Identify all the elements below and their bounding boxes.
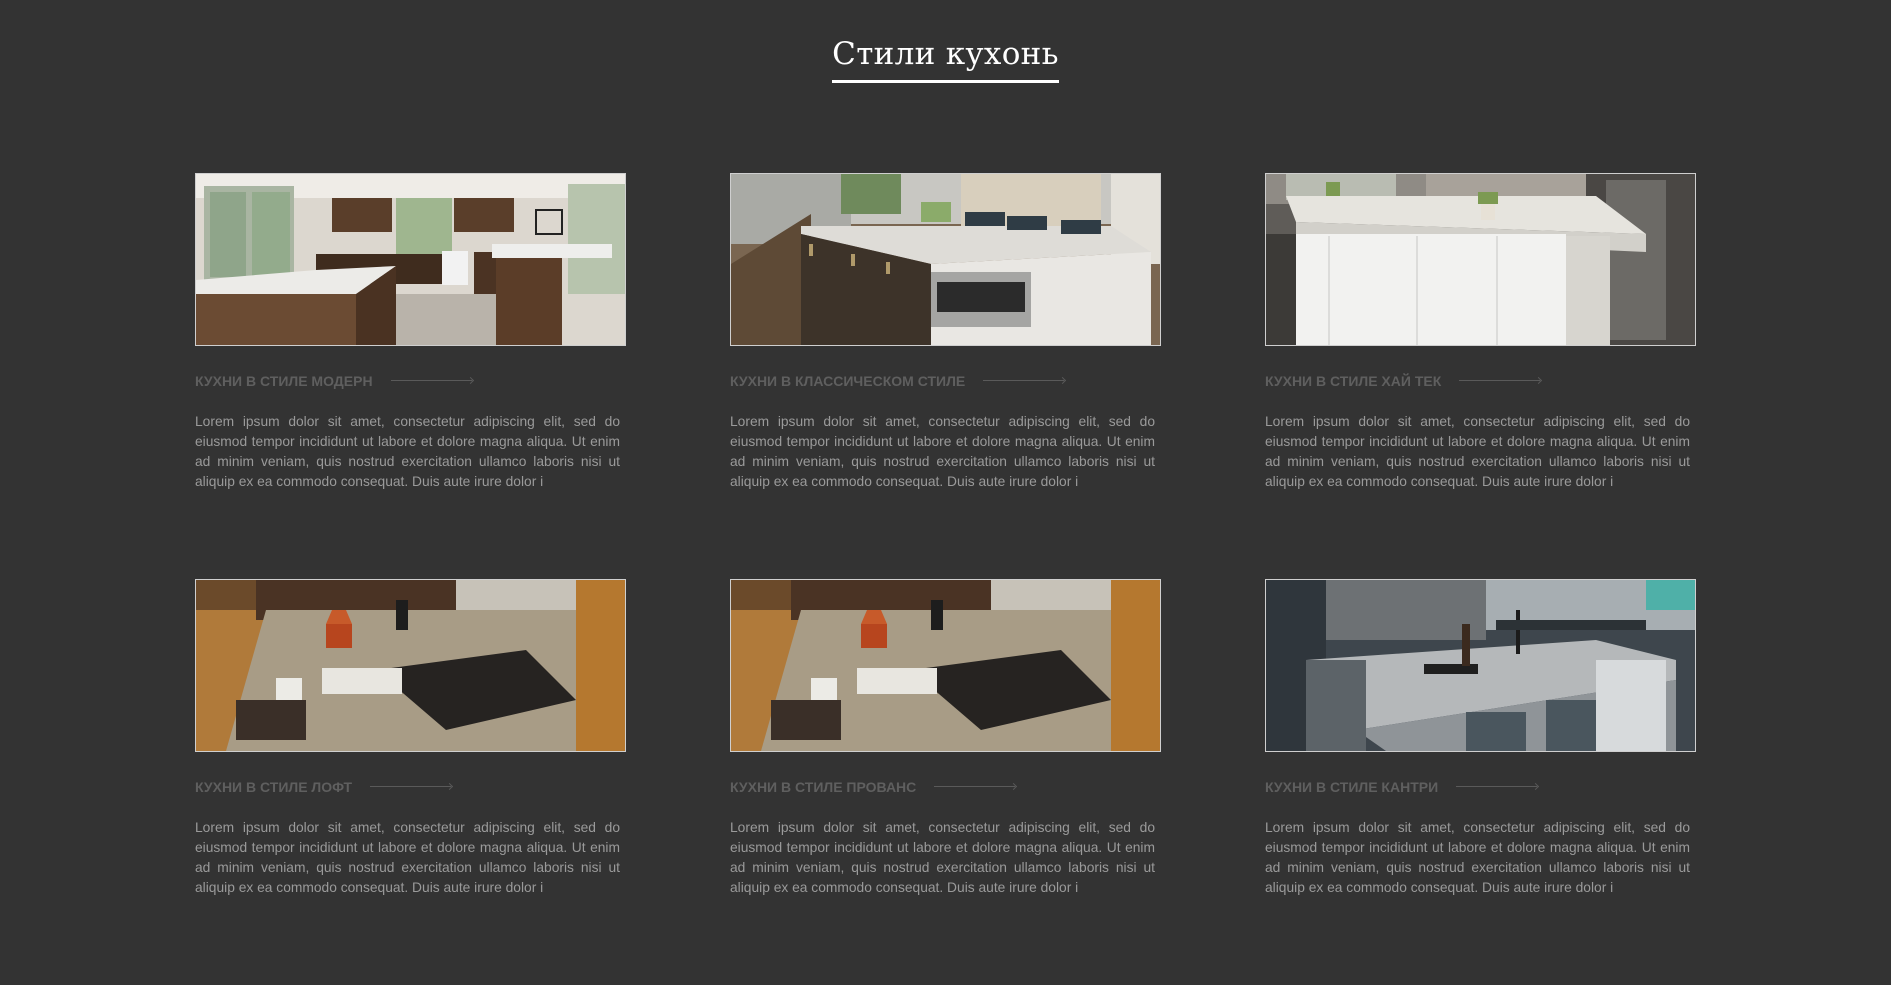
page-header: Стили кухонь <box>0 0 1891 104</box>
card-heading-modern[interactable]: Кухни в стиле модерн <box>195 372 626 390</box>
card-description: Lorem ipsum dolor sit amet, consectetur … <box>195 820 620 895</box>
card-heading-hitech[interactable]: Кухни в стиле хай тек <box>1265 372 1696 390</box>
kitchen-photo-classic-image <box>731 174 1160 345</box>
kitchen-photo-loft[interactable] <box>195 579 626 752</box>
card-title[interactable]: Кухни в стиле хай тек <box>1265 373 1441 389</box>
kitchen-photo-country-image <box>1266 580 1695 751</box>
card-description: Lorem ipsum dolor sit amet, consectetur … <box>730 414 1155 489</box>
kitchen-photo-hitech[interactable] <box>1265 173 1696 346</box>
kitchen-style-card-provence: Кухни в стиле прованс Lorem ipsum dolor … <box>730 579 1161 985</box>
card-title[interactable]: Кухни в стиле модерн <box>195 373 373 389</box>
kitchen-photo-country[interactable] <box>1265 579 1696 752</box>
card-title[interactable]: Кухни в стиле лофт <box>195 779 352 795</box>
card-description: Lorem ipsum dolor sit amet, consectetur … <box>195 414 620 489</box>
kitchen-style-card-hitech: Кухни в стиле хай тек Lorem ipsum dolor … <box>1265 173 1696 579</box>
kitchen-photo-classic[interactable] <box>730 173 1161 346</box>
kitchen-style-card-loft: Кухни в стиле лофт Lorem ipsum dolor sit… <box>195 579 626 985</box>
card-heading-classic[interactable]: Кухни в классическом стиле <box>730 372 1161 390</box>
arrow-right-icon[interactable] <box>370 783 452 791</box>
card-title[interactable]: Кухни в классическом стиле <box>730 373 965 389</box>
card-description: Lorem ipsum dolor sit amet, consectetur … <box>1265 820 1690 895</box>
arrow-right-icon[interactable] <box>983 377 1065 385</box>
kitchen-photo-provence-image <box>731 580 1160 751</box>
kitchen-photo-modern[interactable] <box>195 173 626 346</box>
kitchen-photo-hitech-image <box>1266 174 1695 345</box>
card-description: Lorem ipsum dolor sit amet, consectetur … <box>1265 414 1690 489</box>
kitchen-styles-grid: Кухни в стиле модерн Lorem ipsum dolor s… <box>195 173 1697 985</box>
arrow-right-icon[interactable] <box>390 377 473 385</box>
arrow-right-icon[interactable] <box>1456 783 1538 791</box>
card-heading-provence[interactable]: Кухни в стиле прованс <box>730 778 1161 796</box>
kitchen-style-card-classic: Кухни в классическом стиле Lorem ipsum d… <box>730 173 1161 579</box>
card-heading-country[interactable]: Кухни в стиле кантри <box>1265 778 1696 796</box>
card-title[interactable]: Кухни в стиле прованс <box>730 779 916 795</box>
kitchen-style-card-modern: Кухни в стиле модерн Lorem ipsum dolor s… <box>195 173 626 579</box>
page-title: Стили кухонь <box>832 36 1059 83</box>
kitchen-photo-modern-image <box>196 174 625 345</box>
kitchen-photo-provence[interactable] <box>730 579 1161 752</box>
card-title[interactable]: Кухни в стиле кантри <box>1265 779 1438 795</box>
card-heading-loft[interactable]: Кухни в стиле лофт <box>195 778 626 796</box>
arrow-right-icon[interactable] <box>934 783 1016 791</box>
card-description: Lorem ipsum dolor sit amet, consectetur … <box>730 820 1155 895</box>
kitchen-style-card-country: Кухни в стиле кантри Lorem ipsum dolor s… <box>1265 579 1696 985</box>
arrow-right-icon[interactable] <box>1459 377 1541 385</box>
kitchen-photo-loft-image <box>196 580 625 751</box>
